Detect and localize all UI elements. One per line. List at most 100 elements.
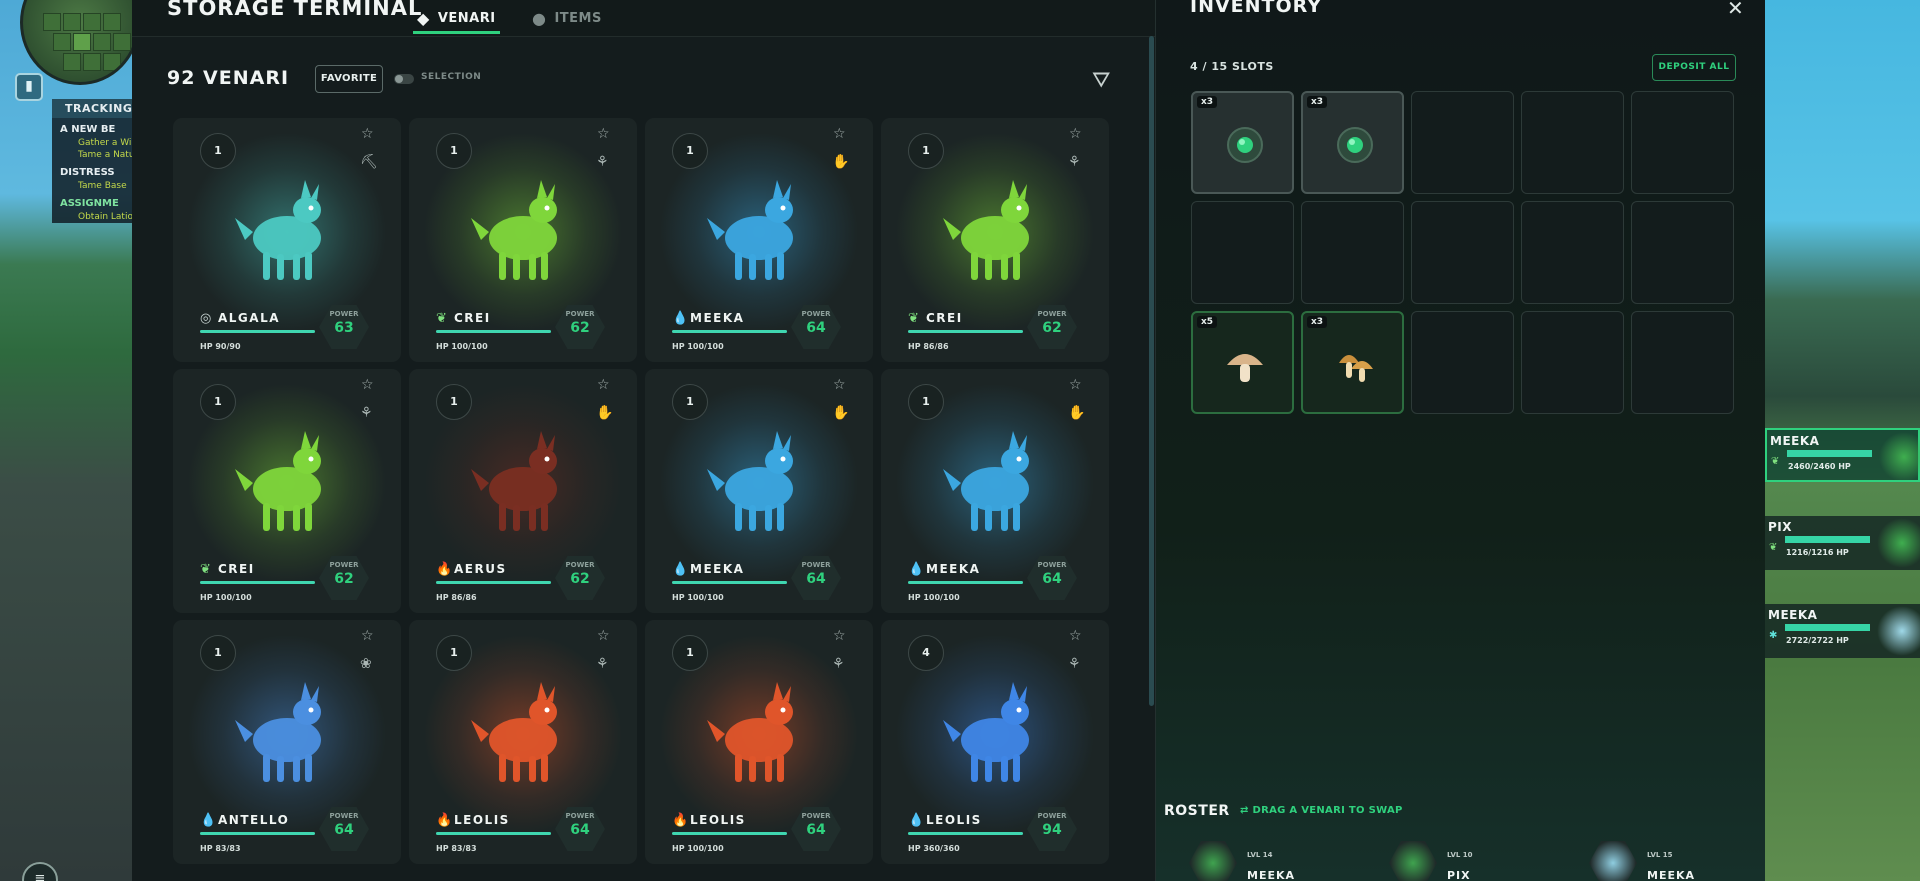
seed-orb-icon — [1333, 123, 1377, 167]
favorite-star-icon[interactable]: ☆ — [597, 126, 610, 142]
power-label: POWER — [565, 561, 595, 569]
close-icon[interactable]: ✕ — [1727, 0, 1744, 20]
favorite-star-icon[interactable]: ☆ — [833, 628, 846, 644]
venari-card[interactable]: 1 ☆ ⚘ ❦ CREI HP 86/86 POWER 62 — [881, 118, 1109, 362]
inventory-slot-empty[interactable] — [1411, 201, 1514, 304]
venari-card[interactable]: 1 ☆ ❀ 💧 ANTELLO HP 83/83 POWER 64 — [173, 620, 401, 864]
inventory-slot-empty[interactable] — [1411, 311, 1514, 414]
inventory-slot-empty[interactable] — [1631, 311, 1734, 414]
inventory-slot-seed-orb[interactable]: x3 — [1301, 91, 1404, 194]
party-member[interactable]: MEEKA ❦ 2460/2460 HP — [1765, 428, 1920, 484]
power-value: 64 — [570, 822, 590, 838]
level-badge: 4 — [908, 635, 944, 671]
terminal-topbar: STORAGE TERMINAL ◆ VENARI ● ITEMS — [132, 0, 1155, 37]
inventory-slot-empty[interactable] — [1191, 201, 1294, 304]
roster-level: LVL 10 — [1447, 851, 1473, 859]
favorite-star-icon[interactable]: ☆ — [1069, 628, 1082, 644]
venari-card[interactable]: 1 ☆ ⚘ 🔥 LEOLIS HP 100/100 POWER 64 — [645, 620, 873, 864]
favorite-star-icon[interactable]: ☆ — [833, 126, 846, 142]
power-value: 94 — [1042, 822, 1062, 838]
venari-card[interactable]: 1 ☆ ✋ 💧 MEEKA HP 100/100 POWER 64 — [881, 369, 1109, 613]
tracking-toggle-icon[interactable]: ▮ — [15, 73, 43, 101]
venari-card[interactable]: 1 ☆ ✋ 💧 MEEKA HP 100/100 POWER 64 — [645, 118, 873, 362]
roster-portrait — [1189, 841, 1237, 881]
venari-portrait — [935, 672, 1055, 792]
selection-toggle[interactable] — [394, 74, 414, 84]
venari-portrait — [935, 170, 1055, 290]
quest-title[interactable]: ASSIGNME — [52, 192, 142, 211]
power-value: 64 — [806, 571, 826, 587]
level-badge: 1 — [200, 635, 236, 671]
favorite-button[interactable]: FAVORITE — [315, 65, 383, 93]
favorite-star-icon[interactable]: ☆ — [1069, 377, 1082, 393]
power-label: POWER — [801, 561, 831, 569]
quest-title[interactable]: A NEW BE — [52, 118, 142, 137]
power-value: 64 — [806, 320, 826, 336]
leaf-gather-icon: ⚘ — [596, 154, 609, 170]
party-portrait — [1875, 516, 1920, 570]
favorite-star-icon[interactable]: ☆ — [361, 628, 374, 644]
favorite-star-icon[interactable]: ☆ — [597, 628, 610, 644]
roster-portrait — [1389, 841, 1437, 881]
water-element-icon: 💧 — [908, 562, 925, 577]
favorite-star-icon[interactable]: ☆ — [833, 377, 846, 393]
nature-element-icon: ❦ — [908, 311, 919, 326]
venari-name: LEOLIS — [454, 813, 510, 827]
level-badge: 1 — [672, 133, 708, 169]
inventory-slot-empty[interactable] — [1521, 311, 1624, 414]
inventory-slot-empty[interactable] — [1301, 201, 1404, 304]
deposit-all-button[interactable]: DEPOSIT ALL — [1652, 54, 1736, 81]
hp-bar — [672, 832, 787, 835]
water-splash-icon: ❀ — [360, 656, 372, 672]
roster-level: LVL 15 — [1647, 851, 1673, 859]
favorite-star-icon[interactable]: ☆ — [597, 377, 610, 393]
inventory-slot-empty[interactable] — [1521, 91, 1624, 194]
favorite-star-icon[interactable]: ☆ — [361, 126, 374, 142]
inventory-slot-mushroom-cluster[interactable]: x3 — [1301, 311, 1404, 414]
fire-element-icon: 🔥 — [436, 813, 453, 828]
venari-card[interactable]: 1 ☆ ✋ 💧 MEEKA HP 100/100 POWER 64 — [645, 369, 873, 613]
venari-name: AERUS — [454, 562, 507, 576]
grid-scrollbar[interactable] — [1149, 36, 1154, 706]
inventory-slot-empty[interactable] — [1521, 201, 1624, 304]
tab-venari[interactable]: ◆ VENARI — [413, 0, 500, 36]
favorite-star-icon[interactable]: ☆ — [1069, 126, 1082, 142]
party-member[interactable]: PIX ❦ 1216/1216 HP — [1765, 516, 1920, 570]
venari-card[interactable]: 1 ☆ ⚘ ❦ CREI HP 100/100 POWER 62 — [173, 369, 401, 613]
venari-card[interactable]: 1 ☆ ⚘ 🔥 LEOLIS HP 83/83 POWER 64 — [409, 620, 637, 864]
tab-items[interactable]: ● ITEMS — [532, 0, 602, 36]
inventory-slot-seed-orb[interactable]: x3 — [1191, 91, 1294, 194]
inventory-panel: INVENTORY ✕ 4 / 15 SLOTS DEPOSIT ALL x3 x… — [1155, 0, 1765, 881]
inventory-slot-mushroom[interactable]: x5 — [1191, 311, 1294, 414]
nature-element-icon: ❦ — [1769, 542, 1778, 553]
favorite-star-icon[interactable]: ☆ — [361, 377, 374, 393]
party-member[interactable]: MEEKA ✱ 2722/2722 HP — [1765, 604, 1920, 658]
venari-card[interactable]: 1 ☆ ✋ 🔥 AERUS HP 86/86 POWER 62 — [409, 369, 637, 613]
venari-portrait — [227, 421, 347, 541]
sparkle-hand-icon: ✋ — [596, 405, 614, 421]
level-badge: 1 — [672, 384, 708, 420]
venari-card[interactable]: 4 ☆ ⚘ 💧 LEOLIS HP 360/360 POWER 94 — [881, 620, 1109, 864]
venari-card[interactable]: 1 ☆ ⚘ ❦ CREI HP 100/100 POWER 62 — [409, 118, 637, 362]
venari-count: 92 VENARI — [167, 67, 290, 89]
roster-name: MEEKA — [1247, 869, 1296, 881]
inventory-slot-empty[interactable] — [1631, 91, 1734, 194]
leaf-gather-icon: ⚘ — [360, 405, 373, 421]
filter-icon[interactable]: ⛛ — [1092, 68, 1110, 93]
quest-title[interactable]: DISTRESS — [52, 161, 142, 180]
party-portrait — [1877, 430, 1920, 484]
venari-card[interactable]: 1 ☆ ⛏ ◎ ALGALA HP 90/90 POWER 63 — [173, 118, 401, 362]
water-element-icon: 💧 — [672, 562, 689, 577]
hp-text: HP 86/86 — [908, 342, 949, 351]
item-quantity: x3 — [1307, 316, 1328, 328]
inventory-slot-empty[interactable] — [1411, 91, 1514, 194]
venari-name: ANTELLO — [218, 813, 290, 827]
inventory-slot-empty[interactable] — [1631, 201, 1734, 304]
frost-element-icon: ✱ — [1769, 630, 1778, 641]
terminal-title: STORAGE TERMINAL — [167, 0, 423, 20]
hp-text: HP 100/100 — [436, 342, 488, 351]
hp-text: HP 100/100 — [672, 342, 724, 351]
power-label: POWER — [801, 812, 831, 820]
storage-terminal-panel: STORAGE TERMINAL ◆ VENARI ● ITEMS 92 VEN… — [132, 0, 1155, 881]
level-badge: 1 — [908, 384, 944, 420]
